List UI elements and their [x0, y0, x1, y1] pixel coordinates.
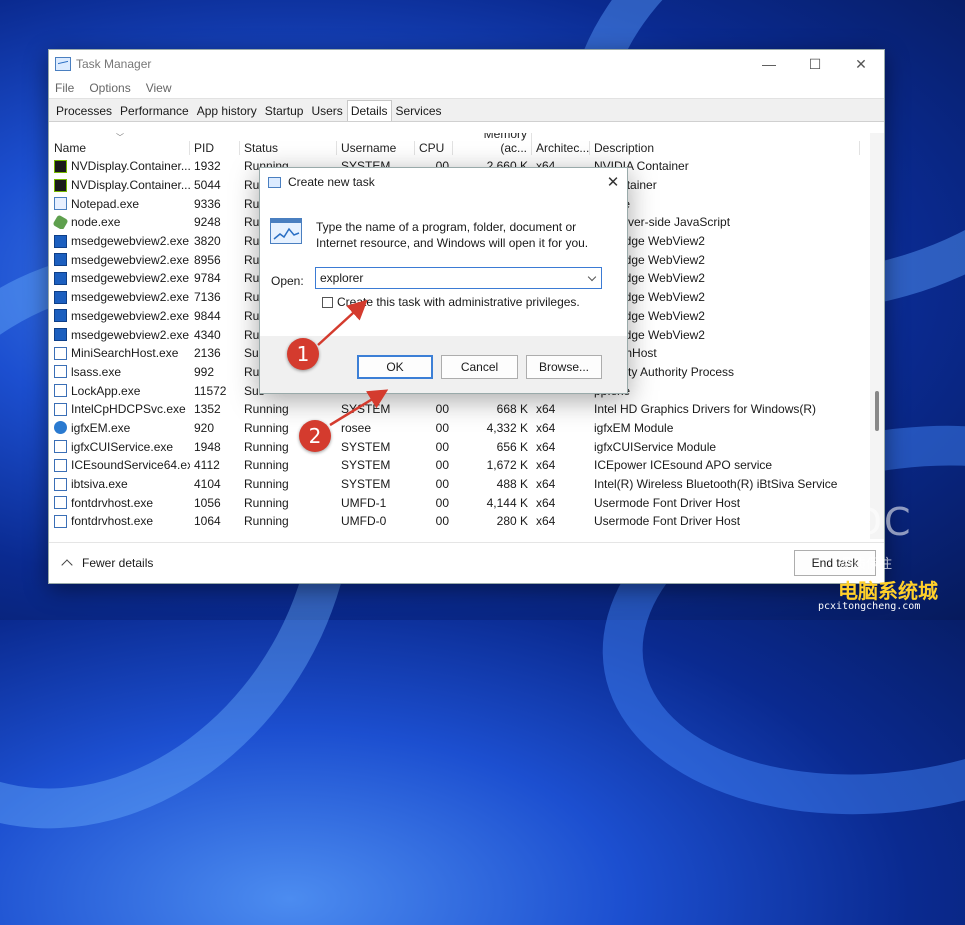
- arrow-to-checkbox: [317, 299, 368, 346]
- watermark-brand: WIDC: [800, 500, 913, 544]
- step-marker-1: 1: [287, 338, 319, 370]
- arrow-to-ok: [329, 389, 389, 427]
- watermark-tagline: 品质保住: [840, 557, 893, 572]
- watermark-site-name: 电脑系统城: [838, 579, 938, 603]
- watermark-site-url: pcxitongcheng.com: [818, 601, 921, 612]
- step-marker-2: 2: [299, 420, 331, 452]
